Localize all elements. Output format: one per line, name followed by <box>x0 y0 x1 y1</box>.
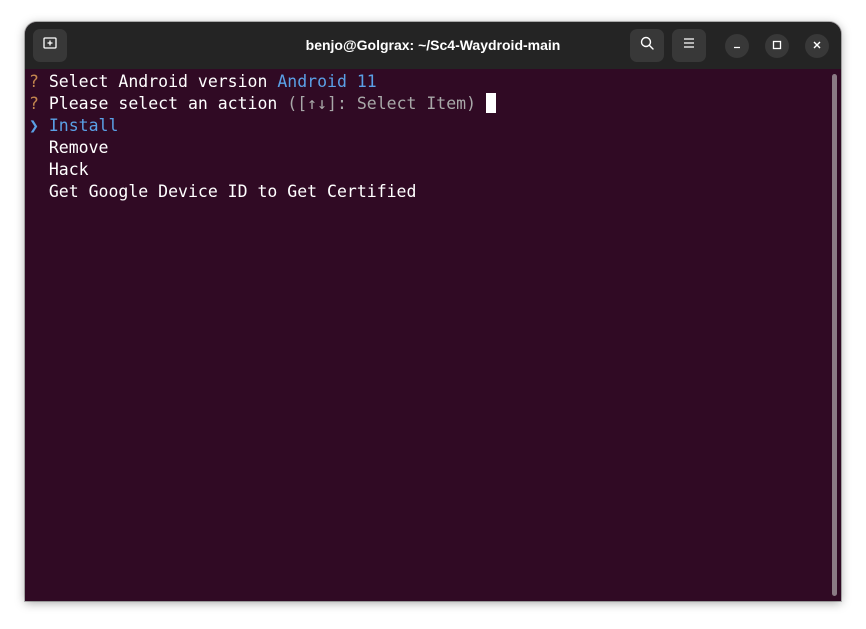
text-cursor <box>485 93 496 113</box>
prompt-android-version: ? Select Android version Android 11 <box>29 71 377 93</box>
menu-item-hack[interactable]: Hack <box>29 159 89 181</box>
menu-button[interactable] <box>672 29 706 62</box>
new-tab-icon <box>42 35 58 56</box>
maximize-icon <box>772 37 782 55</box>
menu-item-label: Hack <box>48 160 89 179</box>
prompt-text: Please select an action <box>48 94 278 113</box>
question-marker: ? <box>29 72 39 91</box>
menu-item-get-google-device-id[interactable]: Get Google Device ID to Get Certified <box>29 181 417 203</box>
question-marker: ? <box>29 94 39 113</box>
menu-item-label: Get Google Device ID to Get Certified <box>48 182 417 201</box>
prompt-hint: ([↑↓]: Select Item) <box>287 94 477 113</box>
scrollbar[interactable] <box>832 74 837 596</box>
titlebar: benjo@Golgrax: ~/Sc4-Waydroid-main <box>25 22 841 69</box>
menu-item-label: Install <box>48 116 119 135</box>
search-icon <box>639 35 655 56</box>
minimize-icon <box>732 37 742 55</box>
menu-item-remove[interactable]: Remove <box>29 137 109 159</box>
menu-item-label: Remove <box>48 138 109 157</box>
maximize-button[interactable] <box>765 34 789 58</box>
close-button[interactable] <box>805 34 829 58</box>
search-button[interactable] <box>630 29 664 62</box>
menu-item-install[interactable]: ❯ Install <box>29 115 118 137</box>
terminal-window: benjo@Golgrax: ~/Sc4-Waydroid-main ? Sel… <box>25 22 841 601</box>
new-tab-button[interactable] <box>33 29 67 62</box>
minimize-button[interactable] <box>725 34 749 58</box>
terminal-output[interactable]: ? Select Android version Android 11 ? Pl… <box>25 69 841 601</box>
selected-android-version: Android 11 <box>277 72 377 91</box>
close-icon <box>812 37 822 55</box>
prompt-text: Select Android version <box>48 72 268 91</box>
prompt-select-action: ? Please select an action ([↑↓]: Select … <box>29 93 496 115</box>
window-title: benjo@Golgrax: ~/Sc4-Waydroid-main <box>305 37 561 53</box>
selector-icon: ❯ <box>29 116 39 135</box>
hamburger-menu-icon <box>682 36 696 55</box>
